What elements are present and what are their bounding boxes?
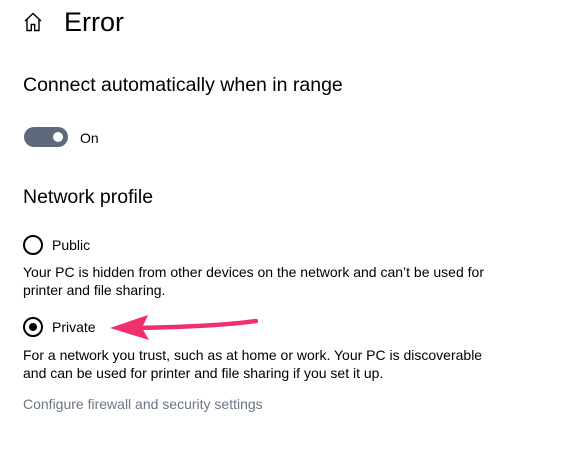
page-title: Error (64, 7, 124, 37)
configure-firewall-link[interactable]: Configure firewall and security settings (23, 395, 263, 413)
toggle-state-label: On (80, 130, 99, 146)
public-description: Your PC is hidden from other devices on … (23, 264, 484, 298)
toggle-knob (53, 132, 63, 142)
private-radio[interactable] (23, 317, 43, 337)
private-description: For a network you trust, such as at home… (23, 347, 483, 381)
connect-automatically-heading: Connect automatically when in range (23, 74, 343, 96)
public-radio[interactable] (23, 235, 43, 255)
public-radio-label[interactable]: Public (52, 237, 90, 253)
private-radio-label[interactable]: Private (52, 319, 96, 335)
home-icon[interactable] (22, 11, 44, 33)
connect-automatically-toggle[interactable] (24, 127, 68, 147)
network-profile-heading: Network profile (23, 186, 154, 208)
annotation-arrow-icon (110, 315, 258, 340)
radio-selected-dot (29, 323, 37, 331)
